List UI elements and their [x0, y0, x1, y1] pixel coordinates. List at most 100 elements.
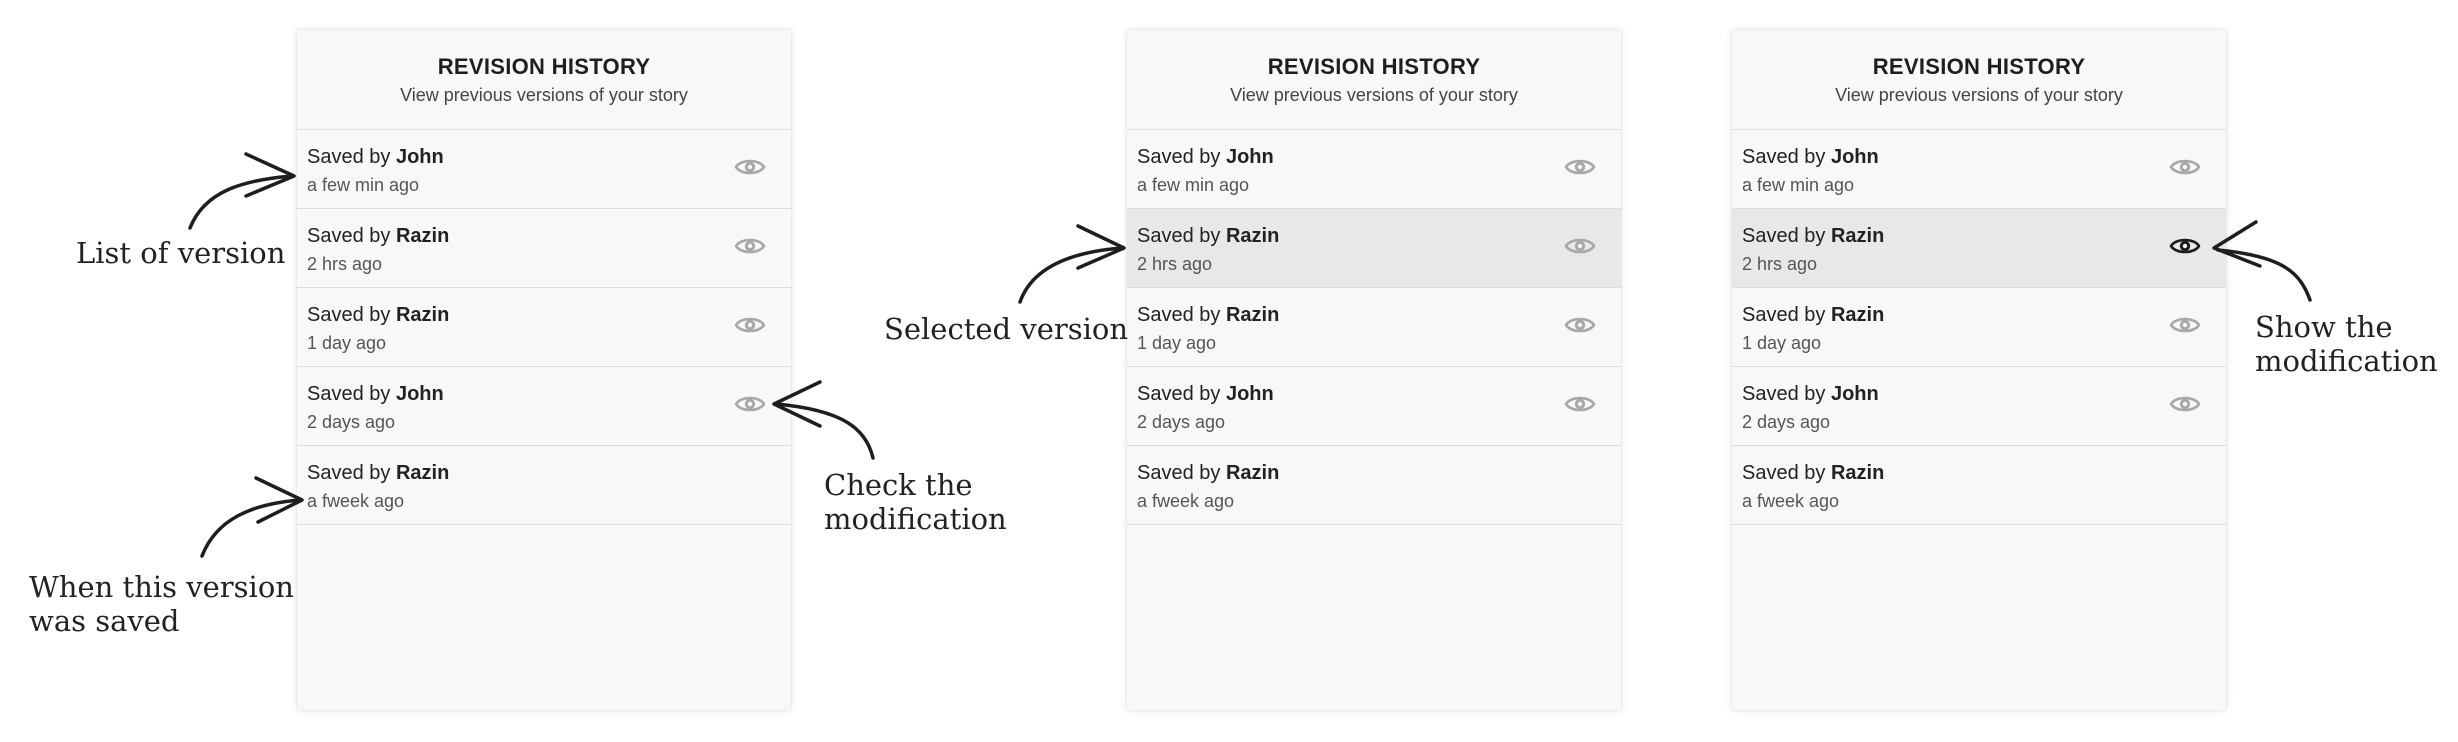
saved-by-prefix: Saved by	[307, 304, 396, 326]
saved-by-line: Saved by Razin	[1137, 304, 1621, 327]
version-item[interactable]: Saved by John 2 days ago	[297, 367, 791, 446]
version-item[interactable]: Saved by Razin a fweek ago	[1732, 446, 2226, 525]
saved-by-line: Saved by John	[1742, 146, 2226, 169]
version-item[interactable]: Saved by Razin 2 hrs ago	[1127, 209, 1621, 288]
eye-icon[interactable]	[2169, 309, 2201, 341]
author-name: Razin	[1830, 462, 1885, 484]
saved-time: 1 day ago	[307, 333, 387, 353]
eye-icon[interactable]	[734, 309, 766, 341]
author-name: John	[1830, 383, 1879, 405]
version-item[interactable]: Saved by John a few min ago	[1732, 130, 2226, 209]
author-name: Razin	[395, 225, 450, 247]
arrow-list-of-version-head	[244, 152, 296, 198]
saved-by-line: Saved by Razin	[1742, 462, 2226, 485]
panel-subtitle: View previous versions of your story	[1835, 85, 2123, 105]
saved-by-line: Saved by Razin	[1742, 225, 2226, 248]
saved-time: a few min ago	[1137, 175, 1250, 195]
saved-time: 2 hrs ago	[307, 254, 383, 274]
saved-by-line: Saved by John	[1137, 383, 1621, 406]
author-name: Razin	[1830, 304, 1885, 326]
author-name: John	[395, 383, 444, 405]
version-item[interactable]: Saved by John a few min ago	[297, 130, 791, 209]
author-name: Razin	[1830, 225, 1885, 247]
saved-time: 2 hrs ago	[1137, 254, 1213, 274]
version-item[interactable]: Saved by John 2 days ago	[1127, 367, 1621, 446]
saved-time: 1 day ago	[1137, 333, 1217, 353]
version-item[interactable]: Saved by John 2 days ago	[1732, 367, 2226, 446]
eye-icon[interactable]	[1564, 151, 1596, 183]
eye-icon[interactable]	[734, 230, 766, 262]
saved-time: a fweek ago	[1742, 491, 1840, 511]
annotation-when-saved: When this version was saved	[29, 570, 294, 638]
eye-icon[interactable]	[2169, 151, 2201, 183]
saved-by-prefix: Saved by	[307, 462, 396, 484]
panel-title: REVISION HISTORY	[437, 54, 651, 79]
version-item[interactable]: Saved by Razin 1 day ago	[1732, 288, 2226, 367]
author-name: Razin	[395, 462, 450, 484]
saved-time: 2 hrs ago	[1742, 254, 1818, 274]
annotation-check-line1: Check the	[824, 468, 973, 502]
saved-by-prefix: Saved by	[1137, 146, 1226, 168]
version-item[interactable]: Saved by Razin 1 day ago	[297, 288, 791, 367]
author-name: John	[1830, 146, 1879, 168]
arrow-show-modification	[2216, 248, 2312, 302]
panel-title: REVISION HISTORY	[1267, 54, 1481, 79]
panel-header: REVISION HISTORY View previous versions …	[1127, 30, 1621, 130]
saved-by-prefix: Saved by	[1137, 462, 1226, 484]
saved-by-line: Saved by Razin	[1137, 225, 1621, 248]
panel-header: REVISION HISTORY View previous versions …	[1732, 30, 2226, 130]
annotation-when-saved-line1: When this version	[29, 570, 294, 604]
annotation-show-line1: Show the	[2255, 310, 2393, 344]
revision-history-panel-3: REVISION HISTORY View previous versions …	[1732, 30, 2226, 710]
eye-icon[interactable]	[1564, 230, 1596, 262]
version-item[interactable]: Saved by Razin 2 hrs ago	[297, 209, 791, 288]
eye-icon[interactable]	[2169, 230, 2201, 262]
version-item[interactable]: Saved by Razin 2 hrs ago	[1732, 209, 2226, 288]
saved-time: a fweek ago	[307, 491, 405, 511]
revision-history-panel-1: REVISION HISTORY View previous versions …	[297, 30, 791, 710]
saved-by-prefix: Saved by	[1742, 383, 1831, 405]
version-list: Saved by John a few min ago Saved by Razin…	[1732, 130, 2226, 525]
saved-by-prefix: Saved by	[307, 225, 396, 247]
annotation-when-saved-line2: was saved	[29, 604, 180, 638]
eye-icon[interactable]	[734, 151, 766, 183]
saved-by-line: Saved by Razin	[307, 304, 791, 327]
eye-icon[interactable]	[1564, 309, 1596, 341]
arrow-selected-version	[1018, 246, 1124, 304]
saved-by-line: Saved by Razin	[307, 462, 791, 485]
author-name: Razin	[1225, 462, 1280, 484]
version-item[interactable]: Saved by Razin 1 day ago	[1127, 288, 1621, 367]
panel-subtitle: View previous versions of your story	[1230, 85, 1518, 105]
annotation-list-of-version: List of version	[76, 236, 286, 270]
author-name: Razin	[1225, 304, 1280, 326]
panel-subtitle: View previous versions of your story	[400, 85, 688, 105]
saved-by-prefix: Saved by	[1137, 304, 1226, 326]
saved-by-line: Saved by Razin	[1137, 462, 1621, 485]
author-name: John	[1225, 383, 1274, 405]
arrow-when-saved	[200, 498, 302, 558]
revision-history-panel-2: REVISION HISTORY View previous versions …	[1127, 30, 1621, 710]
version-list: Saved by John a few min ago Saved by Razin…	[297, 130, 791, 525]
saved-by-prefix: Saved by	[307, 383, 396, 405]
saved-by-prefix: Saved by	[1137, 225, 1226, 247]
saved-by-prefix: Saved by	[1742, 225, 1831, 247]
version-item[interactable]: Saved by Razin a fweek ago	[1127, 446, 1621, 525]
annotation-check-line2: modification	[824, 502, 1007, 536]
version-list: Saved by John a few min ago Saved by Razin…	[1127, 130, 1621, 525]
panel-title: REVISION HISTORY	[1872, 54, 2086, 79]
eye-icon[interactable]	[734, 388, 766, 420]
annotation-selected-version: Selected version	[884, 312, 1129, 346]
saved-by-prefix: Saved by	[307, 146, 396, 168]
version-item[interactable]: Saved by John a few min ago	[1127, 130, 1621, 209]
author-name: Razin	[395, 304, 450, 326]
author-name: John	[395, 146, 444, 168]
saved-by-line: Saved by John	[1137, 146, 1621, 169]
saved-time: a fweek ago	[1137, 491, 1235, 511]
saved-by-prefix: Saved by	[1742, 304, 1831, 326]
panel-header: REVISION HISTORY View previous versions …	[297, 30, 791, 130]
annotation-show-line2: modification	[2255, 344, 2438, 378]
eye-icon[interactable]	[1564, 388, 1596, 420]
eye-icon[interactable]	[2169, 388, 2201, 420]
version-item[interactable]: Saved by Razin a fweek ago	[297, 446, 791, 525]
arrow-list-of-version	[188, 174, 294, 230]
